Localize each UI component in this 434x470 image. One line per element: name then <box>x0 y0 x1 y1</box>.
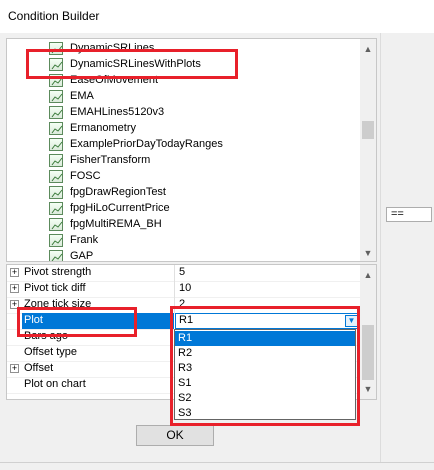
list-item-label: GAP <box>70 250 94 262</box>
chevron-down-icon[interactable]: ▼ <box>345 315 358 327</box>
operator-button[interactable]: == <box>386 207 432 222</box>
indicator-icon <box>49 250 63 261</box>
indicator-icon <box>49 42 63 55</box>
property-value[interactable]: 5 <box>179 266 185 278</box>
scroll-up-icon[interactable]: ▲ <box>360 267 376 283</box>
property-row[interactable]: + Pivot tick diff 10 <box>7 281 360 298</box>
list-item-label: EMAHLines5120v3 <box>70 106 165 118</box>
property-name: Pivot tick diff <box>24 282 86 294</box>
scroll-thumb[interactable] <box>362 121 374 139</box>
property-name: Pivot strength <box>24 266 92 278</box>
property-value[interactable]: 10 <box>179 282 191 294</box>
property-row[interactable]: + Zone tick size 2 <box>7 297 360 314</box>
list-item[interactable]: fpgHiLoCurrentPrice <box>49 201 349 217</box>
list-item[interactable]: DynamicSRLines <box>49 41 349 57</box>
indicator-icon <box>49 122 63 135</box>
selection-highlight <box>22 313 174 329</box>
scroll-up-icon[interactable]: ▲ <box>360 41 376 57</box>
list-item[interactable]: EMAHLines5120v3 <box>49 105 349 121</box>
list-item[interactable]: EMA <box>49 89 349 105</box>
list-item-label: fpgHiLoCurrentPrice <box>70 202 170 214</box>
indicator-list[interactable]: DynamicSRLines DynamicSRLinesWithPlots E… <box>6 38 377 262</box>
indicator-icon <box>49 74 63 87</box>
property-name: Offset type <box>24 346 77 358</box>
list-item-label: DynamicSRLines <box>70 42 155 54</box>
ok-button[interactable]: OK <box>136 425 214 446</box>
plot-dropdown-list[interactable]: R1 R2 R3 S1 S2 S3 <box>174 329 356 420</box>
indicator-icon <box>49 106 63 119</box>
property-value[interactable]: 2 <box>179 298 185 310</box>
list-item-label: ExamplePriorDayTodayRanges <box>70 138 223 150</box>
property-row[interactable]: + Pivot strength 5 <box>7 265 360 282</box>
list-item-label: EaseOfMovement <box>70 74 159 86</box>
property-name: Zone tick size <box>24 298 92 310</box>
list-item-label: fpgDrawRegionTest <box>70 186 166 198</box>
indicator-icon <box>49 234 63 247</box>
indicator-icon <box>49 58 63 71</box>
dropdown-option[interactable]: S3 <box>175 406 355 421</box>
list-item-label: Frank <box>70 234 99 246</box>
list-item[interactable]: EaseOfMovement <box>49 73 349 89</box>
dropdown-option[interactable]: S2 <box>175 391 355 406</box>
list-item[interactable]: fpgMultiREMA_BH <box>49 217 349 233</box>
expand-icon[interactable]: + <box>10 268 19 277</box>
column-divider <box>174 297 175 313</box>
list-item-label: Ermanometry <box>70 122 137 134</box>
title-bar: Condition Builder <box>0 0 434 33</box>
dropdown-option[interactable]: R2 <box>175 346 355 361</box>
list-item[interactable]: Ermanometry <box>49 121 349 137</box>
list-item[interactable]: Frank <box>49 233 349 249</box>
expand-icon[interactable]: + <box>10 300 19 309</box>
indicator-icon <box>49 218 63 231</box>
plot-select[interactable]: R1 ▼ <box>175 313 360 329</box>
indicator-icon <box>49 170 63 183</box>
plot-select-value: R1 <box>179 314 194 326</box>
indicator-icon <box>49 154 63 167</box>
property-row-plot[interactable]: Plot R1 ▼ <box>7 313 360 330</box>
bottom-divider <box>0 462 434 463</box>
panel-divider <box>380 33 381 463</box>
scroll-down-icon[interactable]: ▼ <box>360 245 376 261</box>
list-scrollbar[interactable]: ▲ ▼ <box>360 39 376 261</box>
list-item-label: DynamicSRLinesWithPlots <box>70 58 201 70</box>
list-item[interactable]: ExamplePriorDayTodayRanges <box>49 137 349 153</box>
list-item[interactable]: GAP <box>49 249 349 262</box>
list-item[interactable]: FOSC <box>49 169 349 185</box>
list-item[interactable]: fpgDrawRegionTest <box>49 185 349 201</box>
scroll-down-icon[interactable]: ▼ <box>360 381 376 397</box>
list-item[interactable]: FisherTransform <box>49 153 349 169</box>
list-item-label: fpgMultiREMA_BH <box>70 218 162 230</box>
property-name: Bars ago <box>24 330 69 342</box>
property-name: Offset <box>24 362 54 374</box>
list-item-label: FisherTransform <box>70 154 151 166</box>
scroll-thumb[interactable] <box>362 325 374 380</box>
indicator-icon <box>49 90 63 103</box>
dropdown-option[interactable]: S1 <box>175 376 355 391</box>
list-item-label: EMA <box>70 90 94 102</box>
list-item[interactable]: DynamicSRLinesWithPlots <box>49 57 349 73</box>
dropdown-option[interactable]: R3 <box>175 361 355 376</box>
column-divider <box>174 265 175 281</box>
indicator-icon <box>49 186 63 199</box>
window-title: Condition Builder <box>8 9 100 23</box>
grid-scrollbar[interactable]: ▲ ▼ <box>360 265 376 399</box>
property-name: Plot <box>24 314 43 326</box>
list-item-label: FOSC <box>70 170 101 182</box>
dropdown-option[interactable]: R1 <box>175 331 355 346</box>
expand-icon[interactable]: + <box>10 364 19 373</box>
column-divider <box>174 281 175 297</box>
indicator-icon <box>49 138 63 151</box>
property-name: Plot on chart <box>24 378 86 390</box>
expand-icon[interactable]: + <box>10 284 19 293</box>
indicator-icon <box>49 202 63 215</box>
